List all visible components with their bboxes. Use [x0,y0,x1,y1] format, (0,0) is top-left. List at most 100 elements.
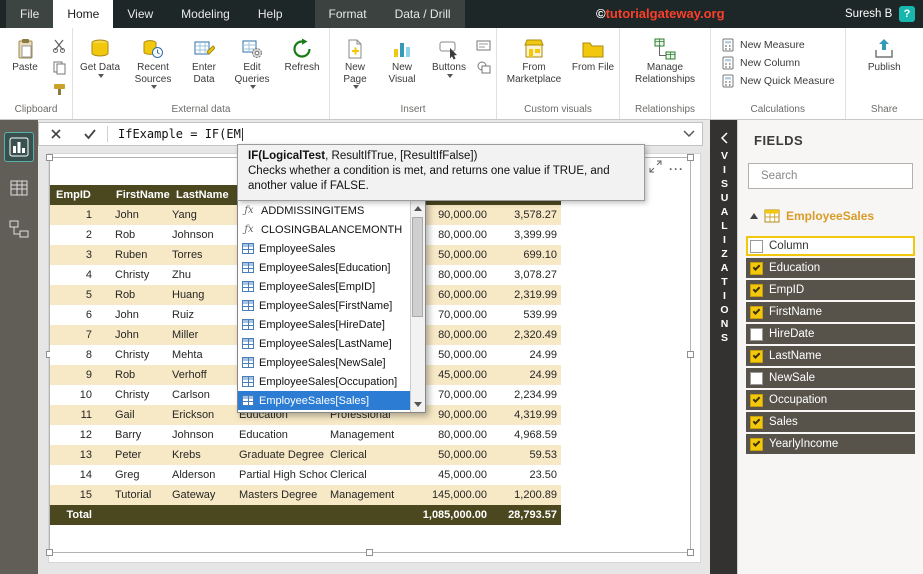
column-header[interactable]: LastName [170,185,237,205]
field-checkbox[interactable] [750,349,763,363]
new-page-button[interactable]: New Page [332,28,378,103]
resize-handle[interactable] [687,351,694,358]
autocomplete-item[interactable]: EmployeeSales[NewSale] [238,353,410,372]
new-column-button[interactable]: New Column [721,56,835,70]
autocomplete-item[interactable]: ƒx CLOSINGBALANCEMONTH [238,220,410,239]
new-measure-button[interactable]: New Measure [721,38,835,52]
cancel-formula-button[interactable] [39,123,73,145]
field-checkbox[interactable] [750,327,763,341]
get-data-button[interactable]: Get Data [75,28,125,103]
scroll-up-arrow[interactable] [411,201,425,216]
enter-data-button[interactable]: Enter Data [181,28,227,103]
field-item-sales[interactable]: Sales [746,412,915,432]
field-item-yearlyincome[interactable]: YearlyIncome [746,434,915,454]
edit-queries-button[interactable]: Edit Queries [227,28,277,103]
field-checkbox[interactable] [750,261,763,275]
model-view-button[interactable] [5,215,33,243]
tab-data-drill[interactable]: Data / Drill [381,0,465,28]
new-quick-measure-button[interactable]: New Quick Measure [721,74,835,88]
from-marketplace-button[interactable]: From Marketplace [499,28,569,103]
resize-handle[interactable] [687,549,694,556]
field-checkbox[interactable] [750,415,763,429]
column-header[interactable]: FirstName [110,185,170,205]
autocomplete-item[interactable]: EmployeeSales[EmpID] [238,277,410,296]
tab-home[interactable]: Home [53,0,114,28]
table-cell: 2 [85,229,92,241]
text-box-button[interactable] [475,37,492,54]
autocomplete-dropdown: ƒx ADDMISSINGITEMS ƒx CLOSINGBALANCEMONTH Em… [237,200,426,413]
field-checkbox[interactable] [750,283,763,297]
field-checkbox[interactable] [750,393,763,407]
column-header[interactable]: EmpID [50,185,110,205]
autocomplete-item[interactable]: EmployeeSales[HireDate] [238,315,410,334]
resize-handle[interactable] [687,154,694,161]
autocomplete-item[interactable]: EmployeeSales[Education] [238,258,410,277]
field-item-firstname[interactable]: FirstName [746,302,915,322]
divider [107,126,108,142]
table-cell: Johnson [172,229,214,241]
focus-mode-icon[interactable] [649,160,662,178]
resize-handle[interactable] [46,154,53,161]
collapse-triangle-icon[interactable] [750,213,758,219]
autocomplete-item[interactable]: ƒx ADDMISSINGITEMS [238,201,410,220]
report-view-button[interactable] [4,132,34,162]
table-cell: Clerical [330,449,367,461]
scroll-thumb[interactable] [412,217,423,317]
formula-expand-chevron[interactable] [676,130,702,138]
data-view-button[interactable] [5,174,33,202]
field-checkbox[interactable] [750,371,763,385]
field-item-hiredate[interactable]: HireDate [746,324,915,344]
fields-table-employeesales[interactable]: EmployeeSales [738,204,923,228]
tab-help[interactable]: Help [244,0,297,28]
autocomplete-item[interactable]: EmployeeSales [238,239,410,258]
tab-modeling[interactable]: Modeling [167,0,244,28]
field-checkbox[interactable] [750,305,763,319]
resize-handle[interactable] [366,549,373,556]
buttons-button[interactable]: Buttons [426,28,472,103]
resize-handle[interactable] [46,549,53,556]
field-item-lastname[interactable]: LastName [746,346,915,366]
autocomplete-item[interactable]: EmployeeSales[Occupation] [238,372,410,391]
autocomplete-item[interactable]: EmployeeSales[LastName] [238,334,410,353]
new-visual-button[interactable]: New Visual [378,28,426,103]
more-options-icon[interactable]: ··· [669,162,684,176]
scroll-down-arrow[interactable] [411,397,425,412]
brand-watermark: ©tutorialgateway.org [596,6,725,21]
refresh-button[interactable]: Refresh [277,28,327,103]
commit-formula-button[interactable] [73,123,107,145]
shapes-button[interactable] [475,59,492,76]
tab-format[interactable]: Format [315,0,381,28]
help-icon[interactable]: ? [899,6,915,22]
format-painter-button[interactable] [51,81,68,98]
field-checkbox[interactable] [750,239,763,253]
autocomplete-scrollbar[interactable] [410,201,425,412]
tab-file[interactable]: File [6,0,54,28]
field-label: FirstName [769,306,823,318]
search-box[interactable] [748,163,915,189]
visualizations-panel-collapsed[interactable]: VISUALIZATIONS [710,120,737,574]
table-cell: Torres [172,249,203,261]
publish-button[interactable]: Publish [856,28,912,103]
manage-relationships-button[interactable]: Manage Relationships [622,28,708,103]
field-item-education[interactable]: Education [746,258,915,278]
recent-sources-button[interactable]: Recent Sources [125,28,181,103]
from-marketplace-label: From Marketplace [506,62,562,85]
formula-input[interactable]: IfExample = IF(EM [118,127,676,141]
autocomplete-item[interactable]: EmployeeSales[FirstName] [238,296,410,315]
table-cell: Miller [172,329,199,341]
field-item-newsale[interactable]: NewSale [746,368,915,388]
field-checkbox[interactable] [750,437,763,451]
paste-button[interactable]: Paste [2,28,48,103]
cut-button[interactable] [51,37,68,54]
field-item-occupation[interactable]: Occupation [746,390,915,410]
autocomplete-item[interactable]: EmployeeSales[Sales] [238,391,410,410]
field-item-empid[interactable]: EmpID [746,280,915,300]
calculator-icon [722,56,734,70]
search-input[interactable] [761,170,915,182]
total-sales: 28,793.57 [508,509,557,521]
tab-view[interactable]: View [113,0,167,28]
from-file-button[interactable]: From File [569,28,617,103]
table-cell: 24.99 [529,349,557,361]
field-item-column[interactable]: Column [746,236,915,256]
copy-button[interactable] [51,59,68,76]
